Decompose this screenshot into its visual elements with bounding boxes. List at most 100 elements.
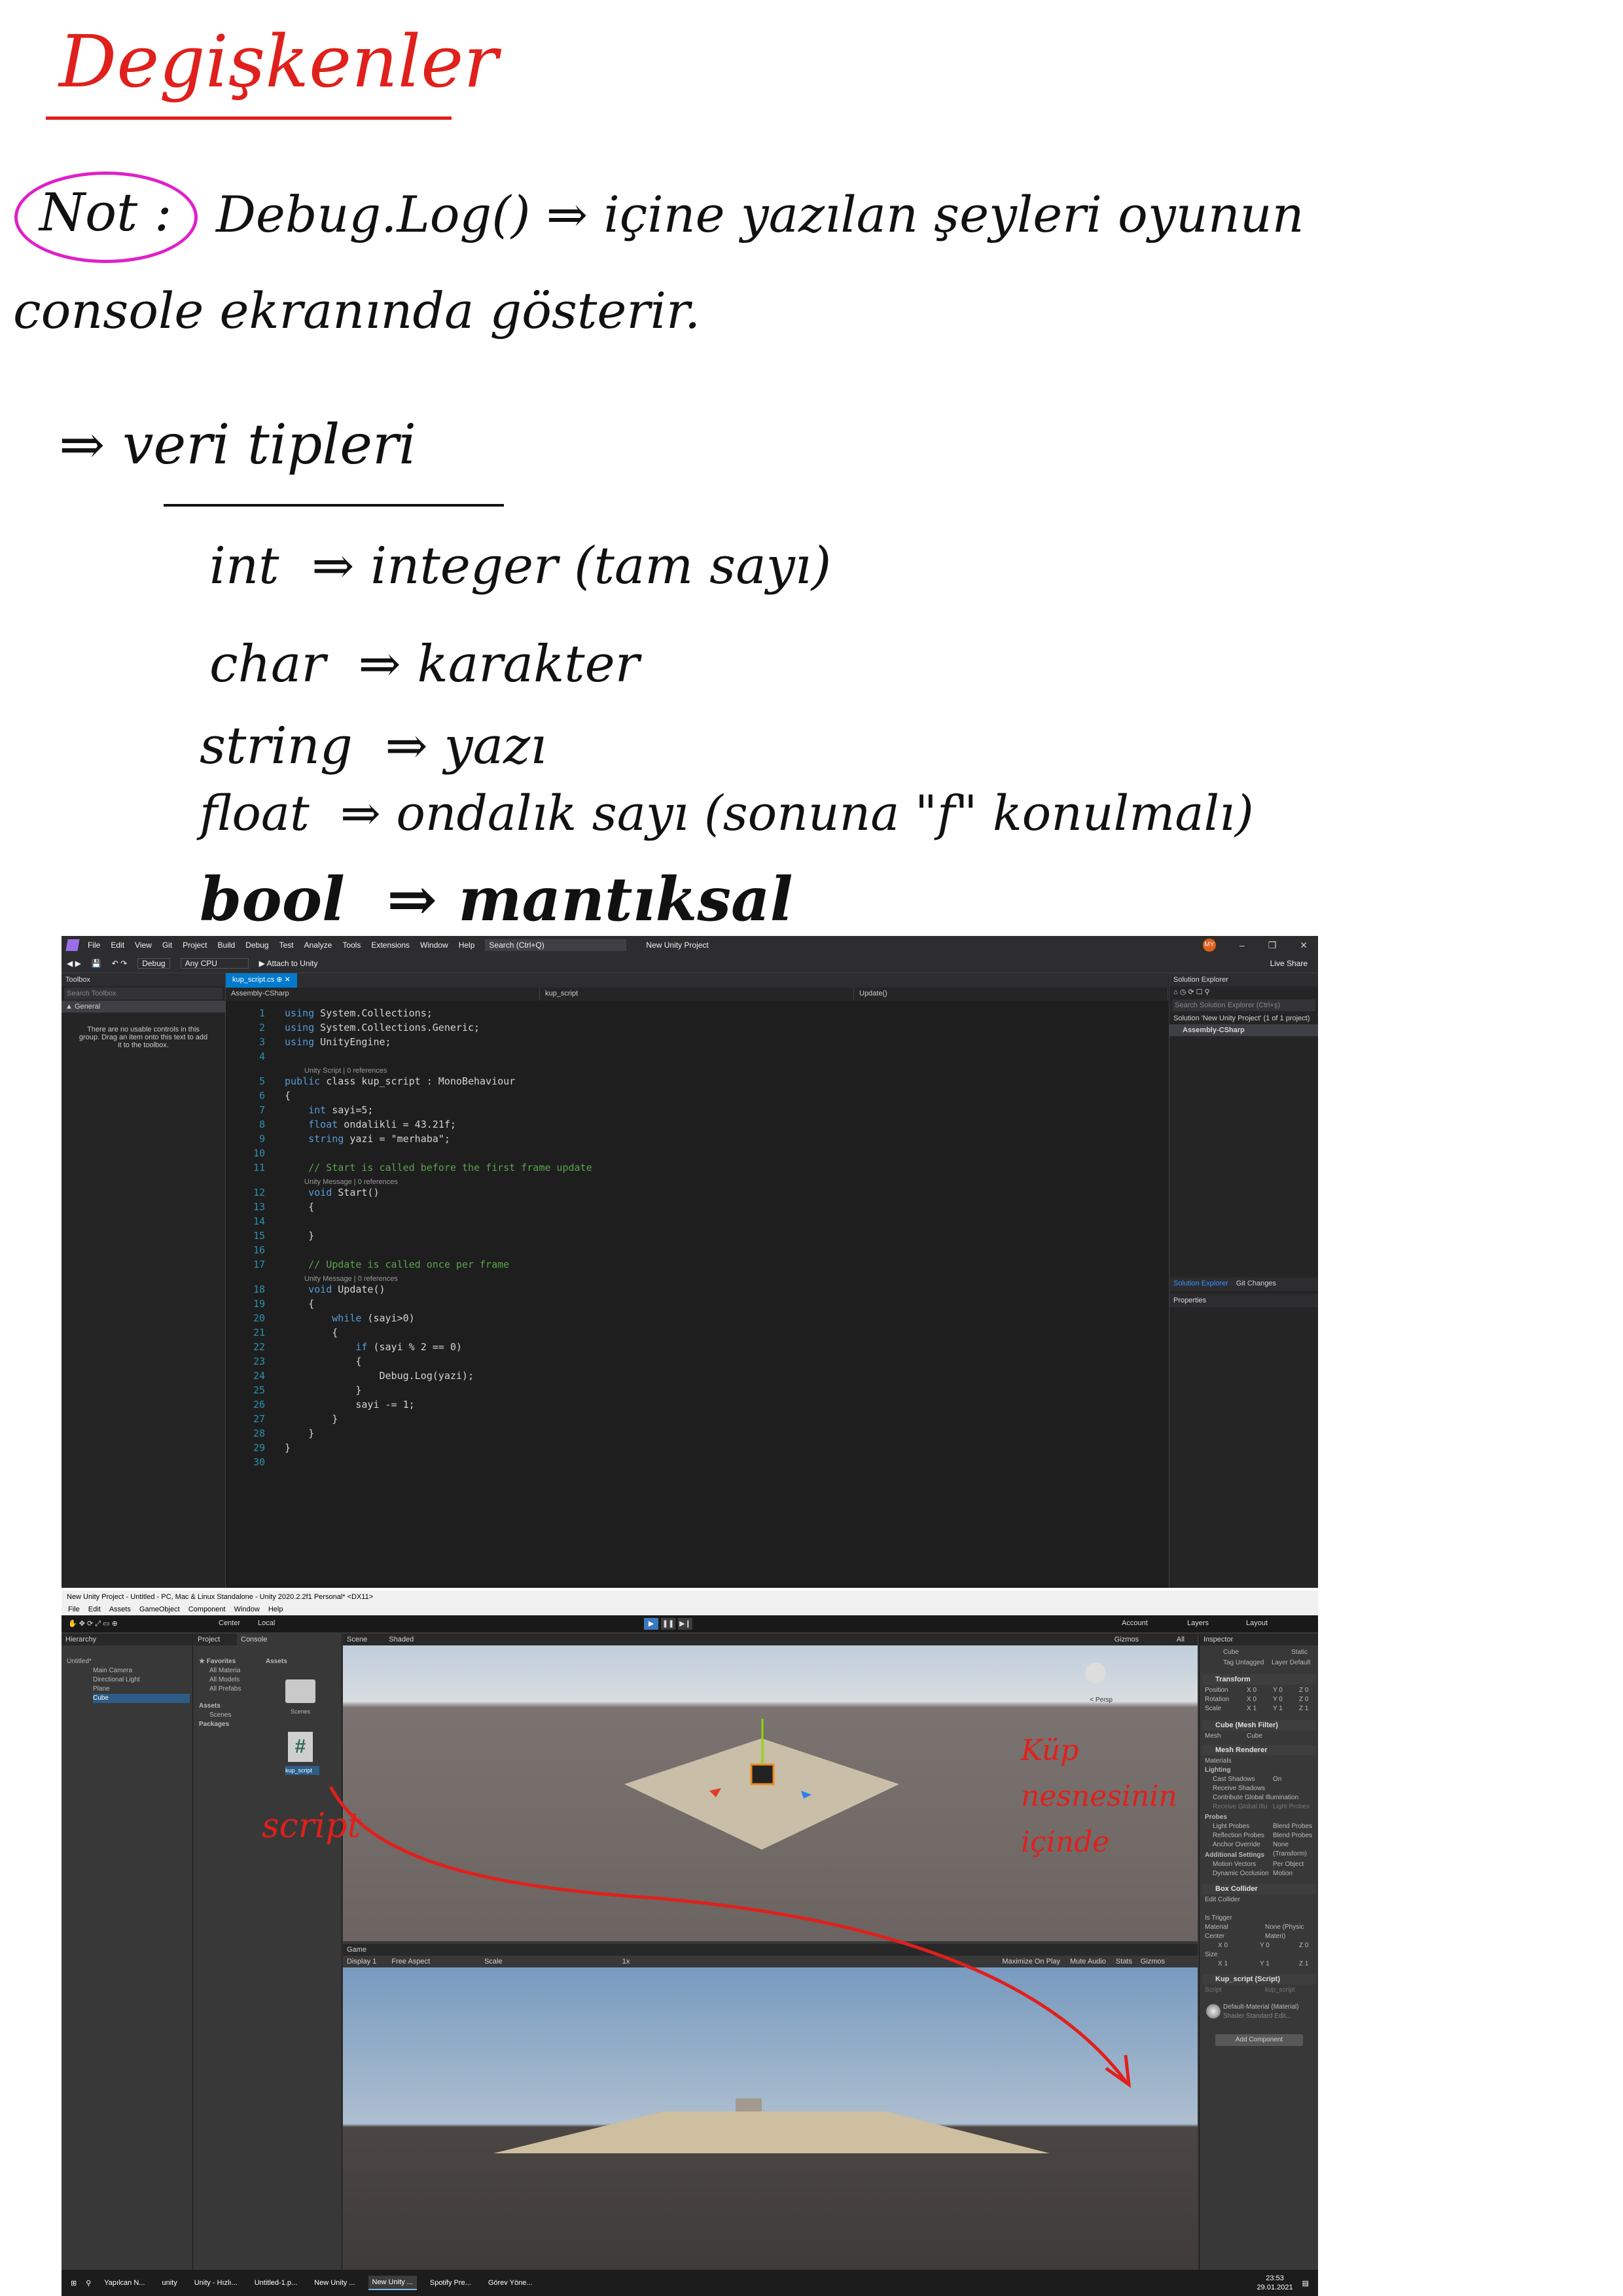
- edit-collider-button[interactable]: Edit Collider: [1205, 1895, 1316, 1905]
- nav-class[interactable]: kup_script: [540, 988, 854, 1001]
- menu-tools[interactable]: Tools: [342, 941, 361, 950]
- pivot-local-button[interactable]: Local: [258, 1619, 275, 1627]
- code-line[interactable]: if (sayi % 2 == 0): [285, 1340, 462, 1354]
- reflection-probes-dropdown[interactable]: Blend Probes: [1273, 1831, 1312, 1840]
- transform-tools[interactable]: ✋ ✥ ⟳ ⤢ ▭ ⊕: [68, 1619, 118, 1628]
- code-line[interactable]: Debug.Log(yazi);: [285, 1369, 474, 1383]
- scl-y[interactable]: Y 1: [1273, 1704, 1283, 1713]
- pos-x[interactable]: X 0: [1247, 1686, 1257, 1695]
- code-line[interactable]: void Update(): [285, 1282, 385, 1297]
- save-icon[interactable]: 💾: [92, 959, 101, 968]
- rot-x[interactable]: X 0: [1247, 1695, 1257, 1704]
- tab-solution-explorer[interactable]: Solution Explorer: [1169, 1278, 1232, 1291]
- toolbox-search-input[interactable]: Search Toolbox: [64, 988, 223, 999]
- minimize-icon[interactable]: –: [1240, 940, 1245, 950]
- center-z[interactable]: Z 0: [1299, 1941, 1308, 1950]
- taskbar-app[interactable]: Unity - Hızlı...: [190, 2276, 241, 2289]
- receive-gi-dropdown[interactable]: Light Probes: [1273, 1803, 1310, 1812]
- rot-z[interactable]: Z 0: [1299, 1695, 1308, 1704]
- menu-debug[interactable]: Debug: [245, 941, 268, 950]
- menu-file[interactable]: File: [88, 941, 100, 950]
- game-view[interactable]: Game Display 1 Free Aspect Scale 1x Maxi…: [343, 1944, 1198, 2271]
- menu-file[interactable]: File: [68, 1605, 80, 1613]
- pos-y[interactable]: Y 0: [1273, 1686, 1283, 1695]
- code-line[interactable]: float ondalikli = 43.21f;: [285, 1117, 456, 1132]
- center-x[interactable]: X 0: [1218, 1941, 1228, 1950]
- code-line[interactable]: using System.Collections.Generic;: [285, 1020, 480, 1035]
- menu-test[interactable]: Test: [279, 941, 294, 950]
- assets-folder[interactable]: Assets: [199, 1702, 251, 1711]
- code-line[interactable]: public class kup_script : MonoBehaviour: [285, 1074, 515, 1088]
- hierarchy-item-selected[interactable]: Cube: [93, 1694, 190, 1703]
- platform-select[interactable]: Any CPU: [180, 958, 249, 969]
- menu-window[interactable]: Window: [234, 1605, 260, 1613]
- taskbar-app-active[interactable]: New Unity ...: [368, 2276, 417, 2290]
- menu-build[interactable]: Build: [218, 941, 236, 950]
- taskbar-app[interactable]: New Unity ...: [310, 2276, 359, 2289]
- notifications-icon[interactable]: ▤: [1302, 2279, 1309, 2287]
- size-y[interactable]: Y 1: [1260, 1960, 1270, 1969]
- static-toggle[interactable]: Static: [1291, 1648, 1316, 1657]
- code-line[interactable]: {: [285, 1297, 314, 1311]
- solution-root[interactable]: Solution 'New Unity Project' (1 of 1 pro…: [1169, 1013, 1318, 1024]
- transform-header[interactable]: Transform: [1202, 1674, 1316, 1685]
- nav-project[interactable]: Assembly-CSharp: [226, 988, 540, 1001]
- step-button[interactable]: ▶❙: [678, 1618, 692, 1630]
- pause-button[interactable]: ❚❚: [661, 1618, 675, 1630]
- layer-dropdown[interactable]: Default: [1290, 1659, 1311, 1666]
- cube-mesh[interactable]: [750, 1763, 775, 1785]
- code-line[interactable]: }: [285, 1412, 338, 1426]
- favorite-item[interactable]: All Models: [209, 1676, 262, 1685]
- menu-component[interactable]: Component: [188, 1605, 226, 1613]
- vs-search-input[interactable]: Search (Ctrl+Q): [485, 939, 627, 951]
- code-line[interactable]: // Start is called before the first fram…: [285, 1160, 592, 1175]
- hierarchy-item[interactable]: Directional Light: [93, 1676, 190, 1685]
- scene-root[interactable]: Untitled*: [67, 1657, 190, 1666]
- undo-icon[interactable]: ↶ ↷: [112, 959, 127, 968]
- code-area[interactable]: 1 using System.Collections; 2 using System.…: [226, 1001, 1168, 1577]
- contribute-gi-row[interactable]: Contribute Global Illumination: [1213, 1793, 1316, 1803]
- center-y[interactable]: Y 0: [1260, 1941, 1270, 1950]
- persp-label[interactable]: < Persp: [1090, 1696, 1113, 1704]
- mesh-renderer-header[interactable]: Mesh Renderer: [1202, 1745, 1316, 1755]
- hierarchy-item[interactable]: Main Camera: [93, 1666, 190, 1676]
- size-x[interactable]: X 1: [1218, 1960, 1228, 1969]
- code-line[interactable]: }: [285, 1426, 314, 1441]
- toolbox-group-general[interactable]: ▲ General: [62, 1001, 225, 1013]
- lighting-row[interactable]: Lighting: [1205, 1766, 1316, 1775]
- scl-x[interactable]: X 1: [1247, 1704, 1257, 1713]
- tab-project[interactable]: Project: [194, 1634, 237, 1645]
- project-node[interactable]: Assembly-CSharp: [1169, 1024, 1318, 1036]
- additional-settings-row[interactable]: Additional Settings: [1205, 1851, 1316, 1860]
- pivot-center-button[interactable]: Center: [219, 1619, 240, 1627]
- hierarchy-item[interactable]: Plane: [93, 1685, 190, 1694]
- taskbar-app[interactable]: Yapılcan N...: [100, 2276, 149, 2289]
- taskbar-app[interactable]: unity: [158, 2276, 181, 2289]
- account-dropdown[interactable]: Account: [1122, 1619, 1148, 1627]
- favorite-item[interactable]: All Materia: [209, 1666, 262, 1676]
- code-line[interactable]: }: [285, 1383, 361, 1397]
- tag-dropdown[interactable]: Untagged: [1236, 1659, 1264, 1666]
- taskbar-app[interactable]: Görev Yöne...: [484, 2276, 537, 2289]
- code-line[interactable]: void Start(): [285, 1185, 379, 1200]
- taskbar-app[interactable]: Untitled-1.p...: [251, 2276, 301, 2289]
- menu-view[interactable]: View: [135, 941, 152, 950]
- rot-y[interactable]: Y 0: [1273, 1695, 1283, 1704]
- taskbar-app[interactable]: Spotify Pre...: [426, 2276, 475, 2289]
- solution-search-input[interactable]: Search Solution Explorer (Ctrl+ş): [1172, 999, 1315, 1011]
- size-z[interactable]: Z 1: [1299, 1960, 1308, 1969]
- play-button[interactable]: ▶: [644, 1618, 658, 1630]
- code-line[interactable]: // Update is called once per frame: [285, 1257, 509, 1272]
- code-line[interactable]: {: [285, 1325, 338, 1340]
- scl-z[interactable]: Z 1: [1299, 1704, 1308, 1713]
- code-line[interactable]: while (sayi>0): [285, 1311, 414, 1325]
- grid-item-label[interactable]: kup_script: [285, 1766, 319, 1775]
- code-line[interactable]: sayi -= 1;: [285, 1397, 414, 1412]
- scenes-folder[interactable]: Scenes: [209, 1711, 262, 1720]
- receive-shadows-row[interactable]: Receive Shadows: [1213, 1784, 1316, 1793]
- code-line[interactable]: }: [285, 1441, 291, 1455]
- shader-edit-button[interactable]: Edit...: [1274, 2013, 1291, 2020]
- menu-gameobject[interactable]: GameObject: [139, 1605, 180, 1613]
- materials-row[interactable]: Materials: [1205, 1757, 1316, 1766]
- menu-project[interactable]: Project: [183, 941, 207, 950]
